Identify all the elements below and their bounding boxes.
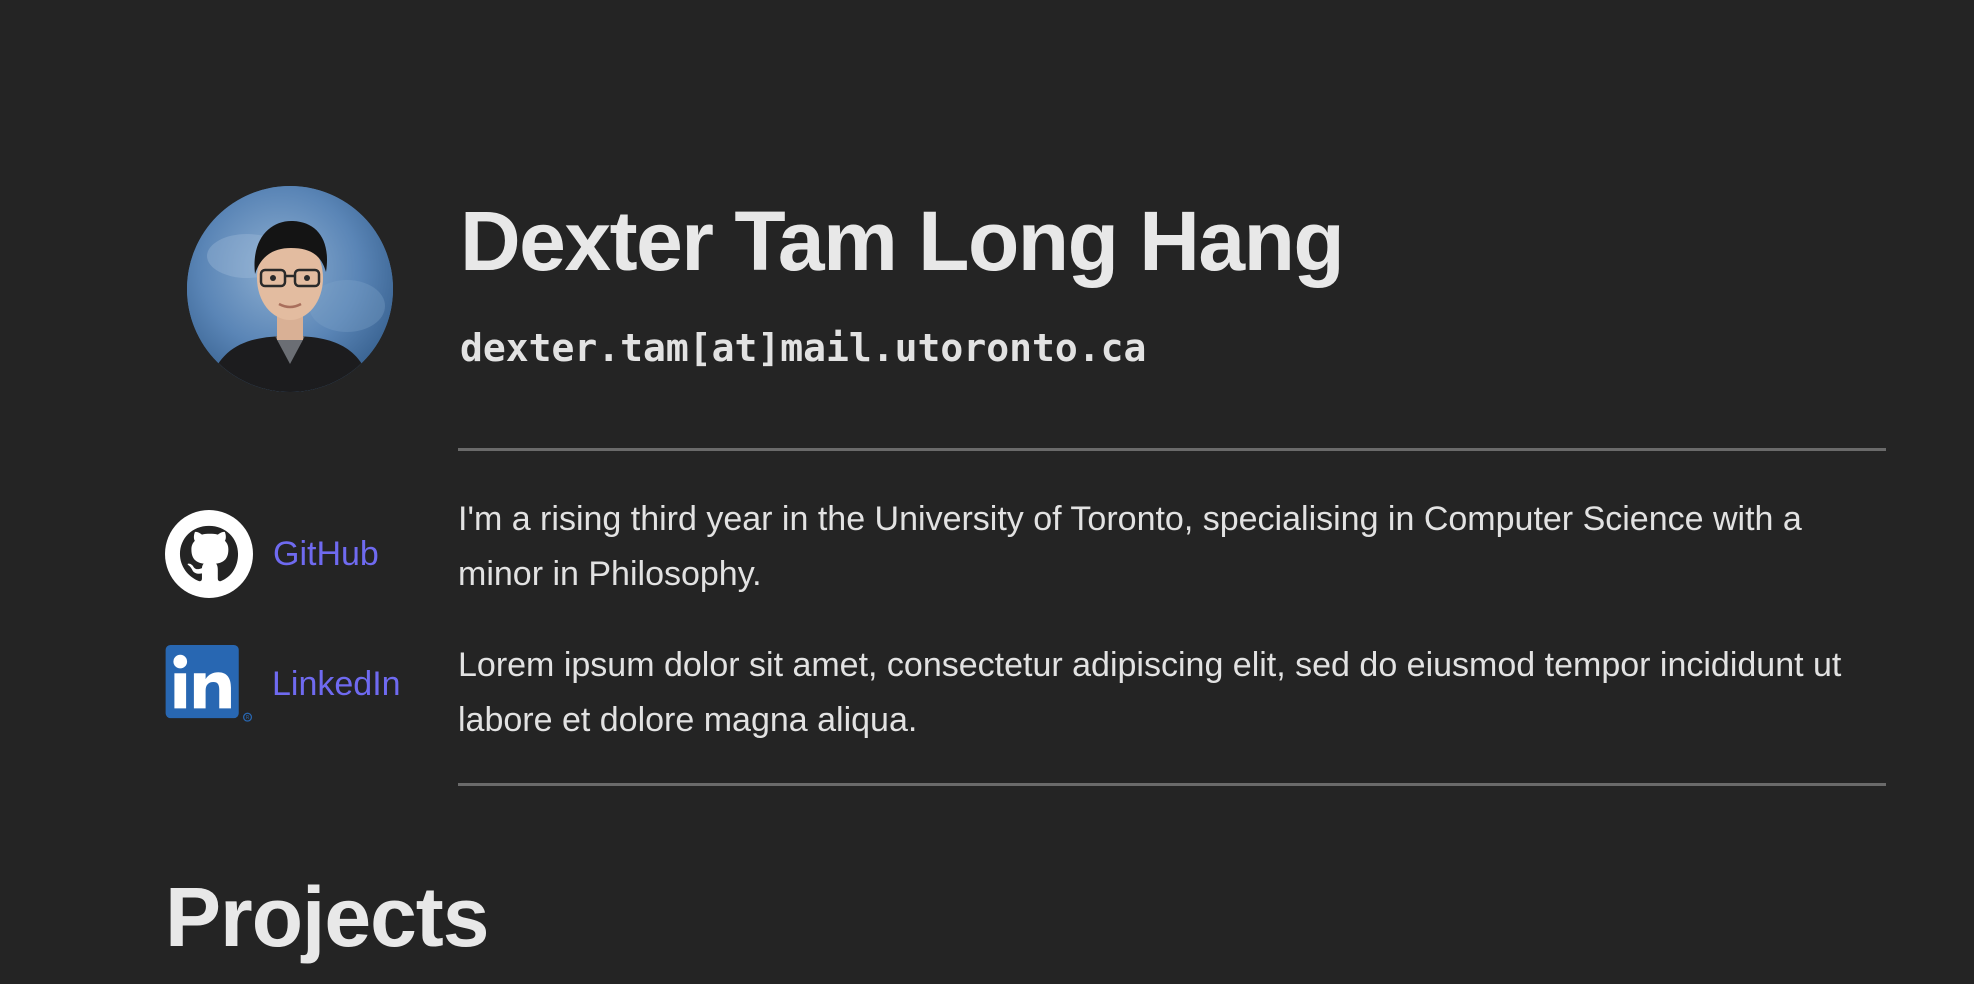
github-icon <box>165 510 253 598</box>
divider-top <box>458 448 1886 451</box>
avatar <box>187 186 393 392</box>
github-label: GitHub <box>273 534 379 573</box>
github-link[interactable]: GitHub <box>165 510 379 598</box>
linkedin-link[interactable]: R LinkedIn <box>165 645 401 723</box>
profile-name: Dexter Tam Long Hang <box>460 194 1345 288</box>
linkedin-label: LinkedIn <box>272 664 401 703</box>
profile-photo <box>187 186 393 392</box>
divider-bottom <box>458 783 1886 786</box>
svg-text:R: R <box>246 715 250 721</box>
linkedin-icon: R <box>165 645 253 722</box>
bio-paragraph: Lorem ipsum dolor sit amet, consectetur … <box>458 646 1842 739</box>
projects-heading: Projects <box>165 870 489 964</box>
bio-paragraph: I'm a rising third year in the Universit… <box>458 500 1802 593</box>
profile-email: dexter.tam[at]mail.utoronto.ca <box>460 326 1147 370</box>
